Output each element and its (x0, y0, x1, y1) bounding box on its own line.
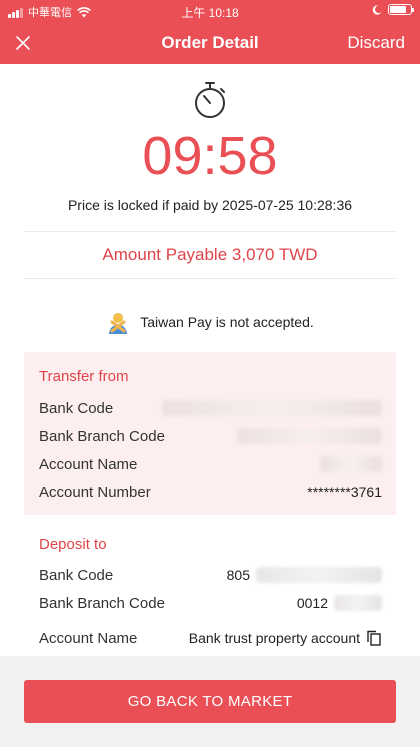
notice-text: Taiwan Pay is not accepted. (140, 314, 314, 330)
transfer-from-title: Transfer from (39, 368, 129, 385)
redacted-value (237, 428, 382, 444)
stopwatch-icon (195, 82, 225, 118)
from-account-number-value: ********3761 (307, 484, 382, 500)
moon-icon (372, 4, 382, 15)
amount-payable: Amount Payable 3,070 TWD (102, 245, 318, 264)
redacted-value (256, 567, 382, 583)
to-bank-code-label: Bank Code (39, 566, 114, 584)
payment-notice: Taiwan Pay is not accepted. (0, 310, 420, 334)
price-lock-note: Price is locked if paid by 2025-07-25 10… (67, 197, 353, 213)
redacted-value (334, 595, 382, 611)
copy-icon[interactable] (366, 630, 382, 646)
countdown-timer: 09:58 (142, 126, 278, 186)
from-account-number-row: Account Number ********3761 (39, 482, 382, 502)
status-bar: 中華電信 上午 10:18 (0, 0, 420, 22)
to-account-name-value: Bank trust property account (188, 630, 360, 646)
from-account-number-label: Account Number (39, 483, 151, 501)
divider (24, 231, 396, 232)
from-account-name-label: Account Name (39, 455, 138, 473)
divider (24, 278, 396, 279)
from-branch-code-label: Bank Branch Code (39, 427, 165, 445)
to-branch-code-label: Bank Branch Code (39, 594, 165, 612)
to-branch-code-value: 0012 (296, 595, 328, 611)
footer: GO BACK TO MARKET (0, 656, 420, 747)
status-right (372, 4, 414, 15)
to-bank-code-value: 805 (226, 567, 250, 583)
person-gesturing-no-icon (109, 313, 128, 334)
to-account-name-label: Account Name (39, 629, 138, 647)
redacted-value (320, 456, 382, 472)
deposit-to-card: Deposit to Bank Code 805 Bank Branch Cod… (24, 523, 396, 658)
from-bank-code-row: Bank Code (39, 398, 382, 418)
discard-button[interactable]: Discard (347, 33, 405, 53)
nav-bar: Order Detail Discard (0, 22, 420, 64)
go-back-to-market-button[interactable]: GO BACK TO MARKET (24, 680, 396, 723)
deposit-to-title: Deposit to (39, 536, 107, 553)
battery-icon (388, 4, 414, 15)
to-branch-code-row: Bank Branch Code 0012 (39, 593, 382, 613)
status-time: 上午 10:18 (181, 6, 239, 20)
from-account-name-row: Account Name (39, 454, 382, 474)
to-bank-code-row: Bank Code 805 (39, 565, 382, 585)
from-branch-code-row: Bank Branch Code (39, 426, 382, 446)
to-account-name-row: Account Name Bank trust property account (39, 628, 382, 648)
from-bank-code-label: Bank Code (39, 399, 114, 417)
redacted-value (162, 400, 382, 416)
close-icon[interactable] (12, 32, 34, 54)
transfer-from-card: Transfer from Bank Code Bank Branch Code… (24, 352, 396, 515)
